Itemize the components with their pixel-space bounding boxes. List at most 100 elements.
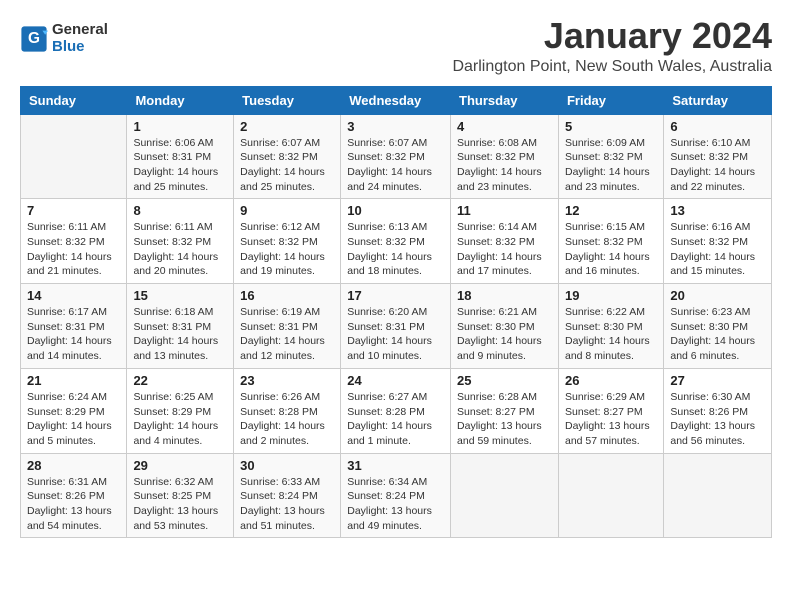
- day-number: 9: [240, 203, 334, 218]
- day-number: 27: [670, 373, 765, 388]
- calendar-day-cell: 7 Sunrise: 6:11 AMSunset: 8:32 PMDaylight…: [21, 199, 127, 284]
- calendar-day-cell: 24Sunrise: 6:27 AMSunset: 8:28 PMDayligh…: [341, 368, 451, 453]
- day-info: Sunrise: 6:28 AMSunset: 8:27 PMDaylight:…: [457, 390, 552, 449]
- calendar-day-cell: [558, 453, 663, 538]
- day-number: 26: [565, 373, 657, 388]
- day-info: Sunrise: 6:13 AMSunset: 8:32 PMDaylight:…: [347, 220, 444, 279]
- day-number: 4: [457, 119, 552, 134]
- day-info: Sunrise: 6:08 AMSunset: 8:32 PMDaylight:…: [457, 136, 552, 195]
- calendar-day-cell: 21 Sunrise: 6:24 AMSunset: 8:29 PMDayligh…: [21, 368, 127, 453]
- day-number: 24: [347, 373, 444, 388]
- calendar-header-row: SundayMondayTuesdayWednesdayThursdayFrid…: [21, 86, 772, 114]
- day-number: 15: [133, 288, 227, 303]
- day-info: Sunrise: 6:21 AMSunset: 8:30 PMDaylight:…: [457, 305, 552, 364]
- day-number: 22: [133, 373, 227, 388]
- logo-blue-text: Blue: [52, 39, 108, 56]
- calendar-day-cell: 28Sunrise: 6:31 AMSunset: 8:26 PMDayligh…: [21, 453, 127, 538]
- logo-general-text: General: [52, 22, 108, 39]
- day-info: Sunrise: 6:30 AMSunset: 8:26 PMDaylight:…: [670, 390, 765, 449]
- day-info: Sunrise: 6:18 AMSunset: 8:31 PMDaylight:…: [133, 305, 227, 364]
- day-number: 10: [347, 203, 444, 218]
- logo: G General Blue: [20, 22, 108, 55]
- day-number: 13: [670, 203, 765, 218]
- day-info: Sunrise: 6:16 AMSunset: 8:32 PMDaylight:…: [670, 220, 765, 279]
- calendar-day-cell: 19 Sunrise: 6:22 AMSunset: 8:30 PMDayligh…: [558, 284, 663, 369]
- day-info: Sunrise: 6:09 AMSunset: 8:32 PMDaylight:…: [565, 136, 657, 195]
- calendar-day-cell: 18 Sunrise: 6:21 AMSunset: 8:30 PMDayligh…: [451, 284, 559, 369]
- calendar-day-cell: 1Sunrise: 6:06 AMSunset: 8:31 PMDaylight…: [127, 114, 234, 199]
- day-number: 8: [133, 203, 227, 218]
- calendar-day-cell: 16 Sunrise: 6:19 AMSunset: 8:31 PMDayligh…: [234, 284, 341, 369]
- day-number: 21: [27, 373, 120, 388]
- calendar-day-cell: [451, 453, 559, 538]
- calendar-day-header: Friday: [558, 86, 663, 114]
- day-number: 29: [133, 458, 227, 473]
- calendar-week-row: 28Sunrise: 6:31 AMSunset: 8:26 PMDayligh…: [21, 453, 772, 538]
- day-number: 17: [347, 288, 444, 303]
- day-number: 25: [457, 373, 552, 388]
- calendar-day-cell: 25 Sunrise: 6:28 AMSunset: 8:27 PMDayligh…: [451, 368, 559, 453]
- calendar-day-header: Wednesday: [341, 86, 451, 114]
- calendar-day-cell: 9 Sunrise: 6:12 AMSunset: 8:32 PMDaylight…: [234, 199, 341, 284]
- title-area: January 2024 Darlington Point, New South…: [452, 16, 772, 76]
- calendar-day-cell: 14 Sunrise: 6:17 AMSunset: 8:31 PMDayligh…: [21, 284, 127, 369]
- day-number: 31: [347, 458, 444, 473]
- day-info: Sunrise: 6:25 AMSunset: 8:29 PMDaylight:…: [133, 390, 227, 449]
- day-info: Sunrise: 6:26 AMSunset: 8:28 PMDaylight:…: [240, 390, 334, 449]
- day-number: 6: [670, 119, 765, 134]
- day-number: 30: [240, 458, 334, 473]
- calendar-day-cell: 23 Sunrise: 6:26 AMSunset: 8:28 PMDayligh…: [234, 368, 341, 453]
- day-info: Sunrise: 6:22 AMSunset: 8:30 PMDaylight:…: [565, 305, 657, 364]
- calendar-day-cell: 5 Sunrise: 6:09 AMSunset: 8:32 PMDaylight…: [558, 114, 663, 199]
- day-number: 20: [670, 288, 765, 303]
- calendar-day-header: Tuesday: [234, 86, 341, 114]
- calendar-day-cell: [664, 453, 772, 538]
- day-number: 14: [27, 288, 120, 303]
- day-number: 5: [565, 119, 657, 134]
- calendar-day-cell: 8 Sunrise: 6:11 AMSunset: 8:32 PMDaylight…: [127, 199, 234, 284]
- day-number: 3: [347, 119, 444, 134]
- header: G General Blue January 2024 Darlington P…: [20, 16, 772, 76]
- day-info: Sunrise: 6:15 AMSunset: 8:32 PMDaylight:…: [565, 220, 657, 279]
- calendar-day-cell: 10 Sunrise: 6:13 AMSunset: 8:32 PMDayligh…: [341, 199, 451, 284]
- calendar-week-row: 1Sunrise: 6:06 AMSunset: 8:31 PMDaylight…: [21, 114, 772, 199]
- calendar-day-cell: [21, 114, 127, 199]
- day-number: 16: [240, 288, 334, 303]
- calendar-day-cell: 3 Sunrise: 6:07 AMSunset: 8:32 PMDaylight…: [341, 114, 451, 199]
- calendar-day-cell: 26Sunrise: 6:29 AMSunset: 8:27 PMDayligh…: [558, 368, 663, 453]
- day-number: 11: [457, 203, 552, 218]
- day-info: Sunrise: 6:12 AMSunset: 8:32 PMDaylight:…: [240, 220, 334, 279]
- calendar-day-cell: 13 Sunrise: 6:16 AMSunset: 8:32 PMDayligh…: [664, 199, 772, 284]
- day-info: Sunrise: 6:24 AMSunset: 8:29 PMDaylight:…: [27, 390, 120, 449]
- calendar-day-cell: 11Sunrise: 6:14 AMSunset: 8:32 PMDayligh…: [451, 199, 559, 284]
- day-info: Sunrise: 6:20 AMSunset: 8:31 PMDaylight:…: [347, 305, 444, 364]
- day-info: Sunrise: 6:34 AMSunset: 8:24 PMDaylight:…: [347, 475, 444, 534]
- calendar-day-cell: 4 Sunrise: 6:08 AMSunset: 8:32 PMDaylight…: [451, 114, 559, 199]
- day-info: Sunrise: 6:10 AMSunset: 8:32 PMDaylight:…: [670, 136, 765, 195]
- day-number: 7: [27, 203, 120, 218]
- day-info: Sunrise: 6:32 AMSunset: 8:25 PMDaylight:…: [133, 475, 227, 534]
- day-info: Sunrise: 6:31 AMSunset: 8:26 PMDaylight:…: [27, 475, 120, 534]
- day-info: Sunrise: 6:17 AMSunset: 8:31 PMDaylight:…: [27, 305, 120, 364]
- day-info: Sunrise: 6:11 AMSunset: 8:32 PMDaylight:…: [27, 220, 120, 279]
- calendar-day-cell: 30Sunrise: 6:33 AMSunset: 8:24 PMDayligh…: [234, 453, 341, 538]
- calendar-day-cell: 20Sunrise: 6:23 AMSunset: 8:30 PMDayligh…: [664, 284, 772, 369]
- day-info: Sunrise: 6:06 AMSunset: 8:31 PMDaylight:…: [133, 136, 227, 195]
- calendar-day-cell: 12Sunrise: 6:15 AMSunset: 8:32 PMDayligh…: [558, 199, 663, 284]
- day-number: 23: [240, 373, 334, 388]
- day-info: Sunrise: 6:19 AMSunset: 8:31 PMDaylight:…: [240, 305, 334, 364]
- day-number: 2: [240, 119, 334, 134]
- calendar-day-cell: 22 Sunrise: 6:25 AMSunset: 8:29 PMDayligh…: [127, 368, 234, 453]
- calendar-day-cell: 27 Sunrise: 6:30 AMSunset: 8:26 PMDayligh…: [664, 368, 772, 453]
- calendar-table: SundayMondayTuesdayWednesdayThursdayFrid…: [20, 86, 772, 539]
- day-info: Sunrise: 6:11 AMSunset: 8:32 PMDaylight:…: [133, 220, 227, 279]
- calendar-week-row: 7 Sunrise: 6:11 AMSunset: 8:32 PMDaylight…: [21, 199, 772, 284]
- main-title: January 2024: [452, 16, 772, 56]
- calendar-day-cell: 6 Sunrise: 6:10 AMSunset: 8:32 PMDaylight…: [664, 114, 772, 199]
- day-number: 18: [457, 288, 552, 303]
- logo-icon: G: [20, 25, 48, 53]
- day-info: Sunrise: 6:07 AMSunset: 8:32 PMDaylight:…: [347, 136, 444, 195]
- day-number: 19: [565, 288, 657, 303]
- calendar-day-cell: 31 Sunrise: 6:34 AMSunset: 8:24 PMDayligh…: [341, 453, 451, 538]
- calendar-week-row: 14 Sunrise: 6:17 AMSunset: 8:31 PMDayligh…: [21, 284, 772, 369]
